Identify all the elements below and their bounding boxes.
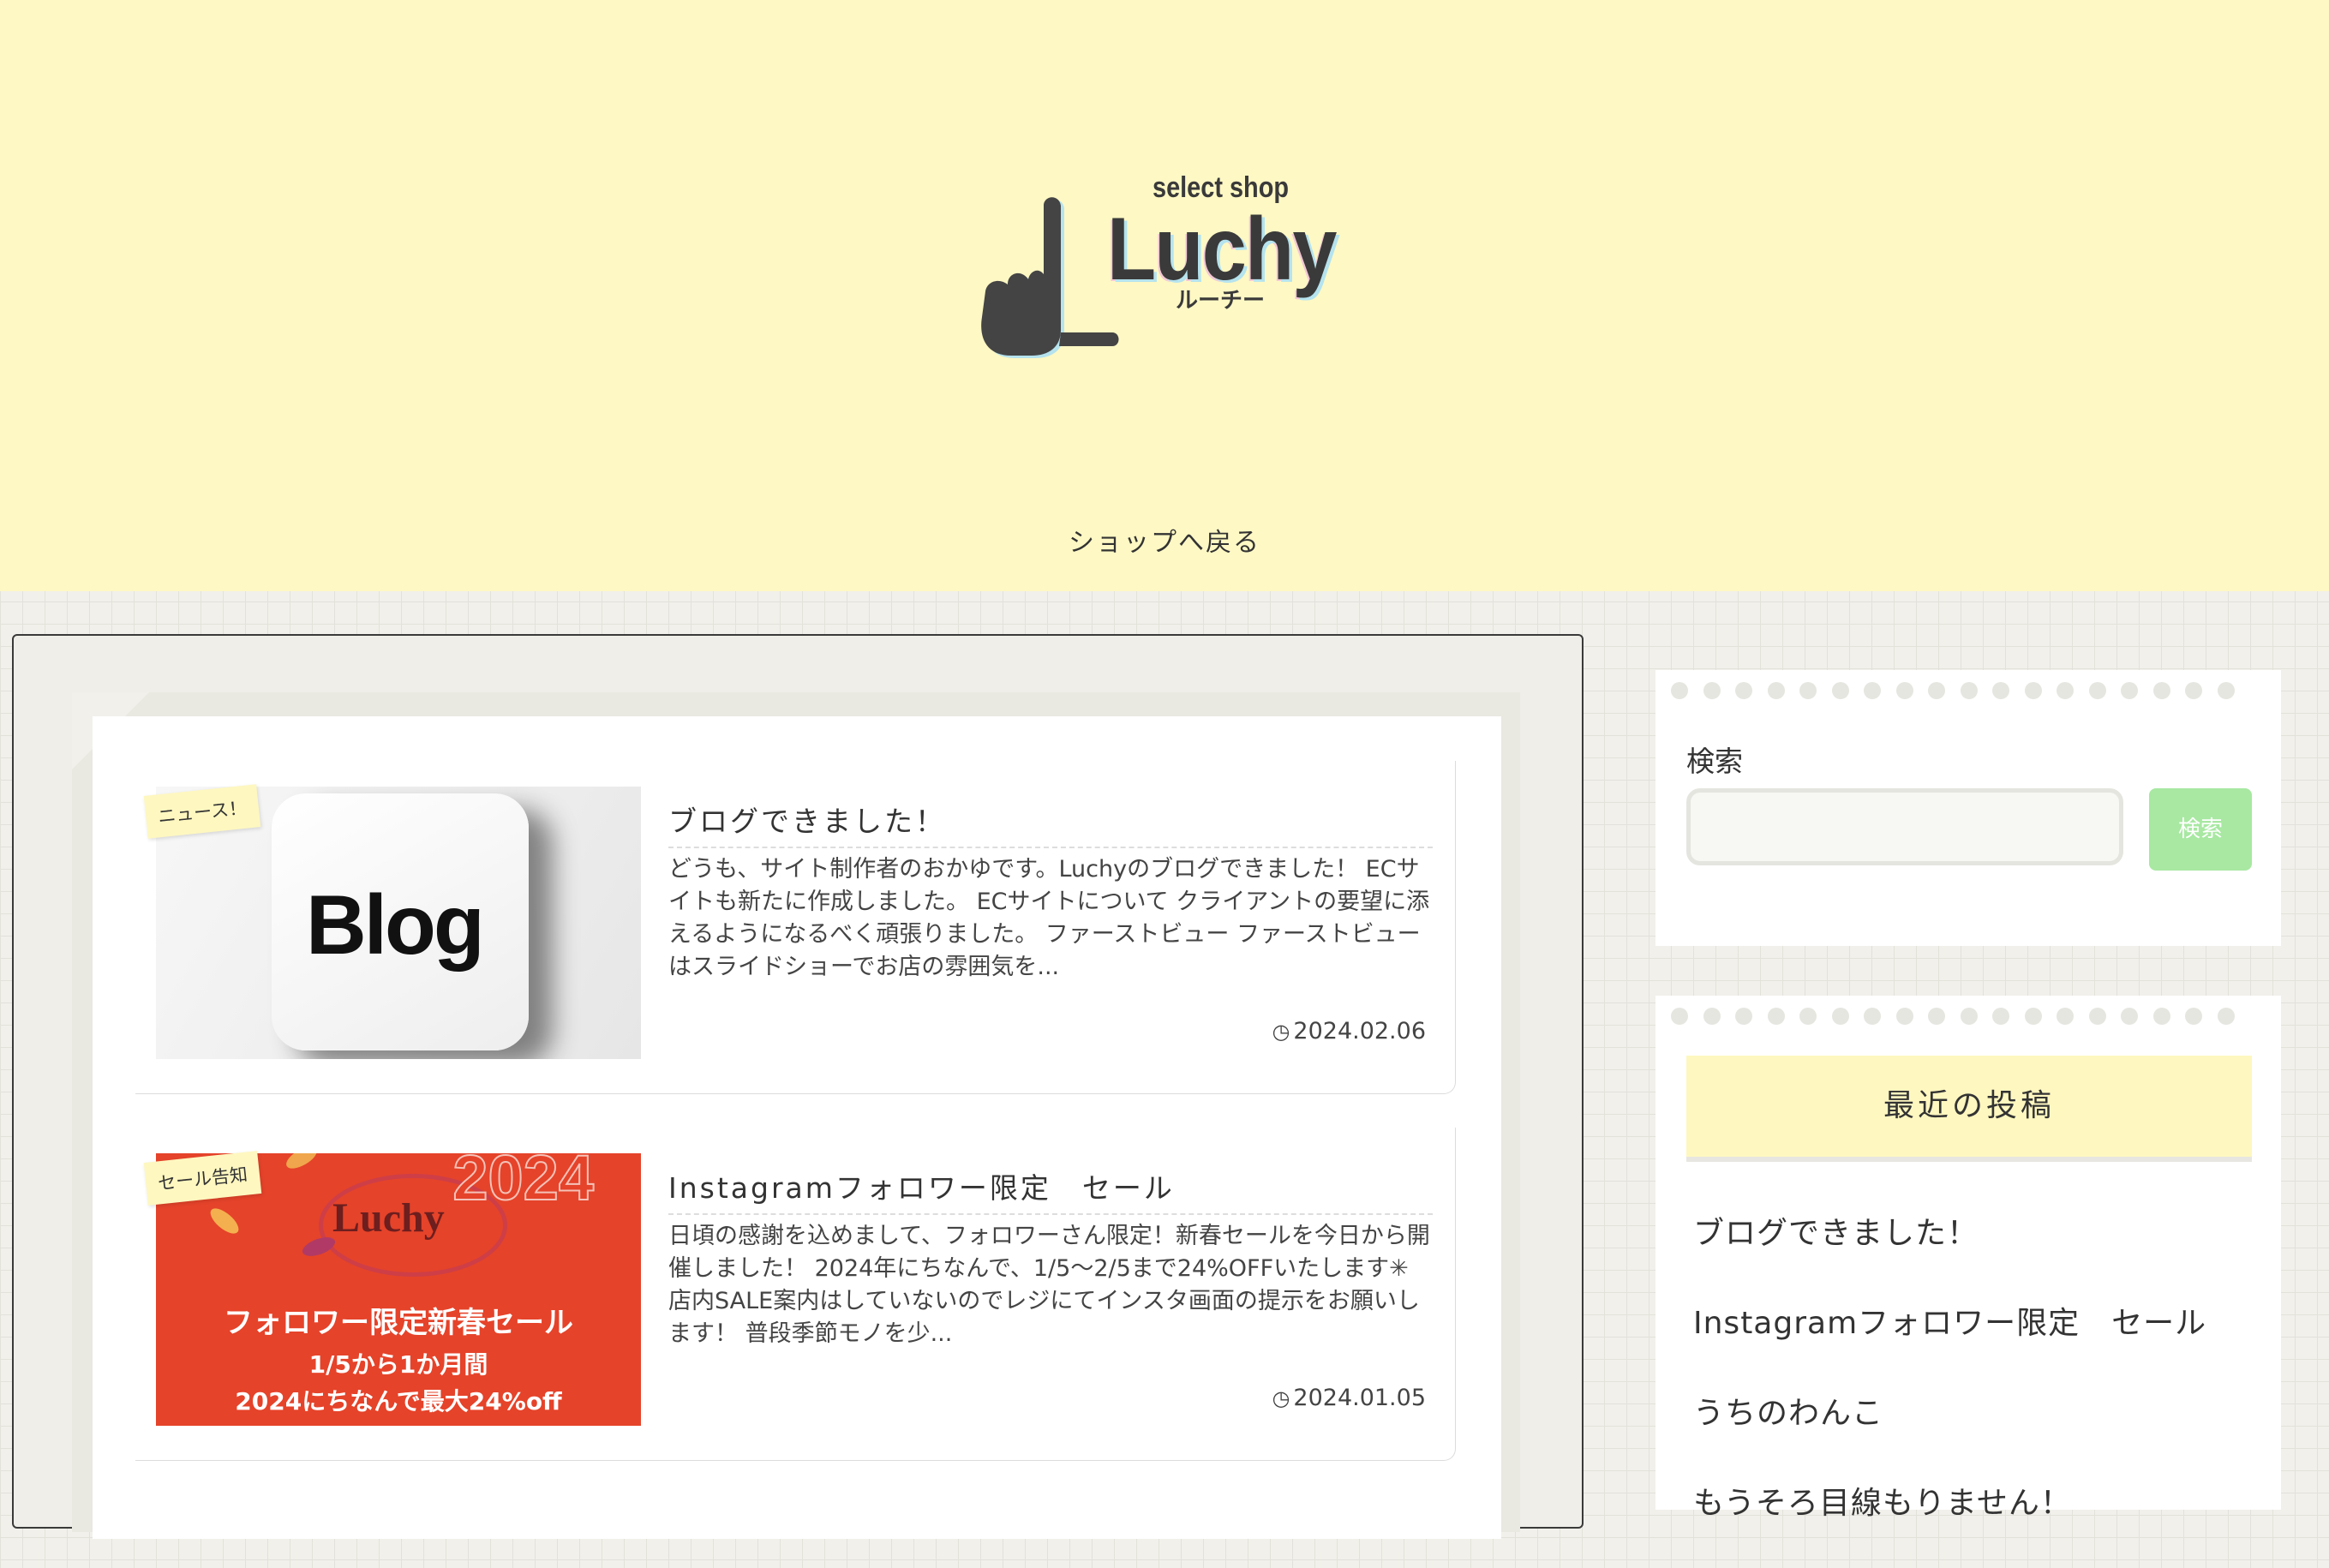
post-title[interactable]: Instagramフォロワー限定 セール bbox=[668, 1165, 1433, 1215]
post-date: ◷ 2024.01.05 bbox=[1272, 1385, 1426, 1411]
leaf-decoration bbox=[206, 1204, 243, 1238]
post-title[interactable]: ブログできました！ bbox=[668, 799, 1433, 848]
post-card[interactable]: Blog ブログできました！ どうも、サイト制作者のおかゆです。Luchyのブロ… bbox=[135, 761, 1456, 1094]
recent-post-link[interactable]: うちのわんこ bbox=[1693, 1388, 2206, 1478]
search-button[interactable]: 検索 bbox=[2149, 788, 2252, 871]
thumbnail-period: 1/5から1か月間 bbox=[308, 1350, 488, 1379]
post-date-text: 2024.01.05 bbox=[1293, 1385, 1426, 1411]
thumbnail-headline: フォロワー限定新春セール bbox=[224, 1306, 573, 1340]
post-excerpt: 日頃の感謝を込めまして、フォロワーさん限定！新春セールを今日から開催しました！ … bbox=[668, 1223, 1430, 1347]
thumbnail-text: Blog bbox=[306, 877, 485, 972]
logo-kana: ルーチー bbox=[1176, 288, 1266, 314]
thumbnail-brand: Luchy bbox=[332, 1195, 445, 1241]
search-widget: 検索 検索 bbox=[1655, 670, 2281, 946]
post-date-text: 2024.02.06 bbox=[1293, 1018, 1426, 1044]
search-input[interactable] bbox=[1686, 788, 2123, 865]
thumbnail-year: 2024 bbox=[452, 1153, 595, 1214]
nav-shop-link[interactable]: ショップへ戻る bbox=[0, 521, 2329, 559]
recent-post-link[interactable]: ブログできました！ bbox=[1693, 1208, 2206, 1298]
search-label: 検索 bbox=[1686, 745, 1743, 778]
recent-post-link[interactable]: もうそろ目線もりません！ bbox=[1693, 1478, 2206, 1568]
clock-icon: ◷ bbox=[1272, 1386, 1290, 1410]
leaf-decoration bbox=[283, 1153, 320, 1173]
notebook-holes bbox=[1671, 1008, 2235, 1028]
post-excerpt: どうも、サイト制作者のおかゆです。Luchyのブログできました！ ECサイトも新… bbox=[668, 856, 1430, 980]
clock-icon: ◷ bbox=[1272, 1020, 1290, 1044]
site-header: select shop Luchy ルーチー ショップへ戻る bbox=[0, 0, 2329, 591]
post-card[interactable]: 2024 Luchy フォロワー限定新春セール 1/5から1か月間 2024にち… bbox=[135, 1128, 1456, 1461]
thumbnail-discount: 2024にちなんで最大24%off bbox=[235, 1387, 562, 1415]
site-logo[interactable]: select shop Luchy ルーチー bbox=[977, 163, 1337, 360]
recent-posts-widget: 最近の投稿 ブログできました！ Instagramフォロワー限定 セール うちの… bbox=[1655, 996, 2281, 1521]
pointing-hand-icon bbox=[981, 197, 1119, 358]
recent-posts-list: ブログできました！ Instagramフォロワー限定 セール うちのわんこ もう… bbox=[1693, 1208, 2206, 1568]
notebook-holes bbox=[1671, 682, 2235, 703]
post-date: ◷ 2024.02.06 bbox=[1272, 1018, 1426, 1044]
recent-post-link[interactable]: Instagramフォロワー限定 セール bbox=[1693, 1298, 2206, 1388]
recent-posts-heading: 最近の投稿 bbox=[1686, 1056, 2252, 1162]
